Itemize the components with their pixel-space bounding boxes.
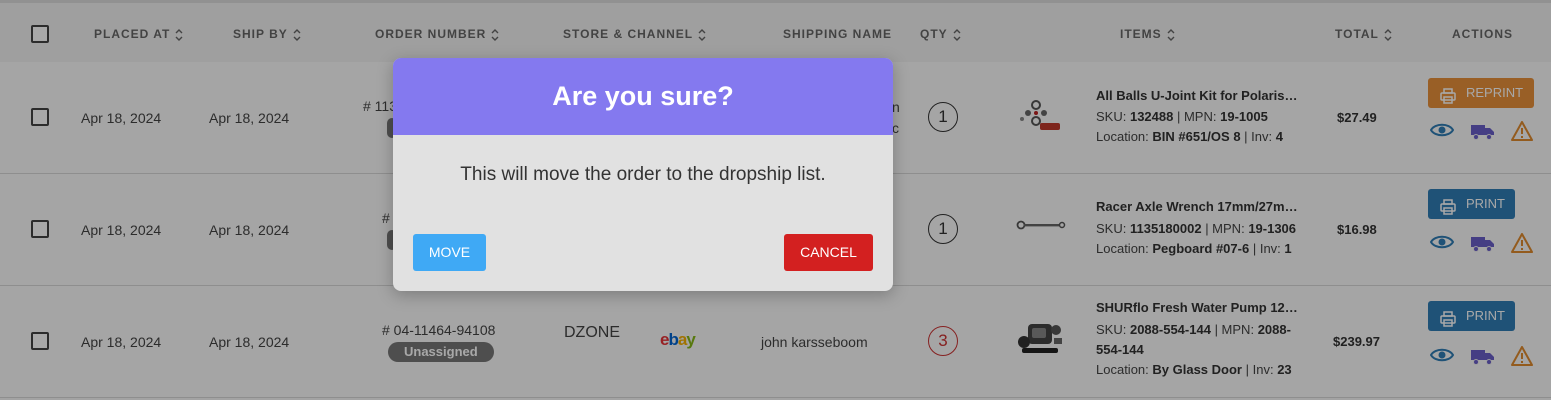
cancel-button[interactable]: CANCEL bbox=[784, 234, 873, 271]
dialog-message: This will move the order to the dropship… bbox=[460, 164, 826, 185]
dialog-header: Are you sure? bbox=[393, 58, 893, 135]
move-button[interactable]: MOVE bbox=[413, 234, 486, 271]
confirm-dialog: Are you sure? This will move the order t… bbox=[393, 58, 893, 291]
dialog-title: Are you sure? bbox=[552, 81, 734, 111]
